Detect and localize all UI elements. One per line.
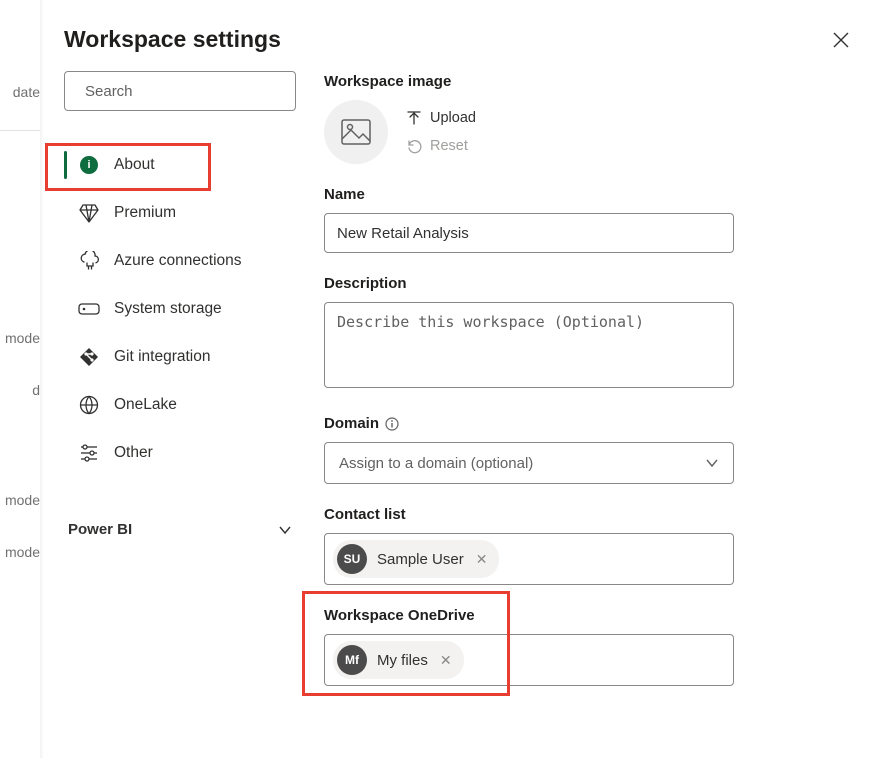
- chevron-down-icon: [705, 456, 719, 470]
- nav-label: Premium: [114, 204, 176, 222]
- nav-onelake[interactable]: OneLake: [64, 381, 296, 429]
- search-box[interactable]: [64, 71, 296, 111]
- workspace-image-thumb: [324, 100, 388, 164]
- name-label: Name: [324, 186, 851, 203]
- nav-git-integration[interactable]: Git integration: [64, 333, 296, 381]
- nav-label: Git integration: [114, 348, 211, 366]
- onelake-icon: [79, 395, 99, 415]
- nav-label: System storage: [114, 300, 222, 318]
- diamond-icon: [79, 203, 99, 223]
- reset-button: Reset: [406, 138, 476, 154]
- chevron-down-icon: [278, 523, 292, 537]
- avatar: Mf: [337, 645, 367, 675]
- nav-label: Azure connections: [114, 252, 242, 270]
- name-input[interactable]: [324, 213, 734, 253]
- upload-label: Upload: [430, 110, 476, 126]
- section-power-bi[interactable]: Power BI: [64, 521, 296, 538]
- onedrive-input[interactable]: Mf My files ✕: [324, 634, 734, 686]
- domain-label: Domain: [324, 415, 851, 432]
- description-textarea[interactable]: [324, 302, 734, 388]
- sliders-icon: [79, 444, 99, 462]
- nav-other[interactable]: Other: [64, 429, 296, 477]
- bg-fragment: mode: [0, 492, 40, 508]
- contact-list-label: Contact list: [324, 506, 851, 523]
- chip-label: Sample User: [377, 551, 464, 568]
- nav-label: Other: [114, 444, 153, 462]
- contact-list-input[interactable]: SU Sample User ✕: [324, 533, 734, 585]
- avatar: SU: [337, 544, 367, 574]
- nav-premium[interactable]: Premium: [64, 189, 296, 237]
- bg-fragment: mode: [0, 544, 40, 560]
- info-outline-icon: [385, 417, 399, 431]
- workspace-settings-panel: Workspace settings i About Premium: [44, 0, 885, 758]
- nav-label: OneLake: [114, 396, 177, 414]
- search-input[interactable]: [83, 82, 286, 101]
- bg-fragment: mode: [0, 330, 40, 346]
- nav-about[interactable]: i About: [64, 141, 296, 189]
- nav-system-storage[interactable]: System storage: [64, 285, 296, 333]
- workspace-image-label: Workspace image: [324, 73, 851, 90]
- description-label: Description: [324, 275, 851, 292]
- domain-select[interactable]: Assign to a domain (optional): [324, 442, 734, 484]
- bg-fragment: d: [0, 382, 40, 398]
- upload-button[interactable]: Upload: [406, 110, 476, 126]
- nav-azure-connections[interactable]: Azure connections: [64, 237, 296, 285]
- chip-label: My files: [377, 652, 428, 669]
- image-icon: [341, 119, 371, 145]
- onedrive-chip[interactable]: Mf My files ✕: [333, 641, 464, 679]
- reset-icon: [406, 138, 422, 154]
- contact-chip[interactable]: SU Sample User ✕: [333, 540, 499, 578]
- settings-nav: i About Premium Azure connections System…: [64, 141, 296, 477]
- domain-placeholder: Assign to a domain (optional): [339, 455, 533, 472]
- close-button[interactable]: [821, 20, 861, 60]
- close-icon: [832, 31, 850, 49]
- chip-remove-icon[interactable]: ✕: [474, 551, 490, 568]
- upload-icon: [406, 110, 422, 126]
- info-icon: i: [80, 156, 98, 174]
- nav-label: About: [114, 156, 155, 174]
- workspace-onedrive-label: Workspace OneDrive: [324, 607, 851, 624]
- chip-remove-icon[interactable]: ✕: [438, 652, 454, 669]
- bg-fragment: date: [0, 84, 40, 100]
- reset-label: Reset: [430, 138, 468, 154]
- git-icon: [79, 347, 99, 367]
- panel-title: Workspace settings: [64, 26, 281, 53]
- storage-icon: [78, 301, 100, 317]
- cloud-plug-icon: [78, 251, 100, 271]
- section-label: Power BI: [68, 521, 132, 538]
